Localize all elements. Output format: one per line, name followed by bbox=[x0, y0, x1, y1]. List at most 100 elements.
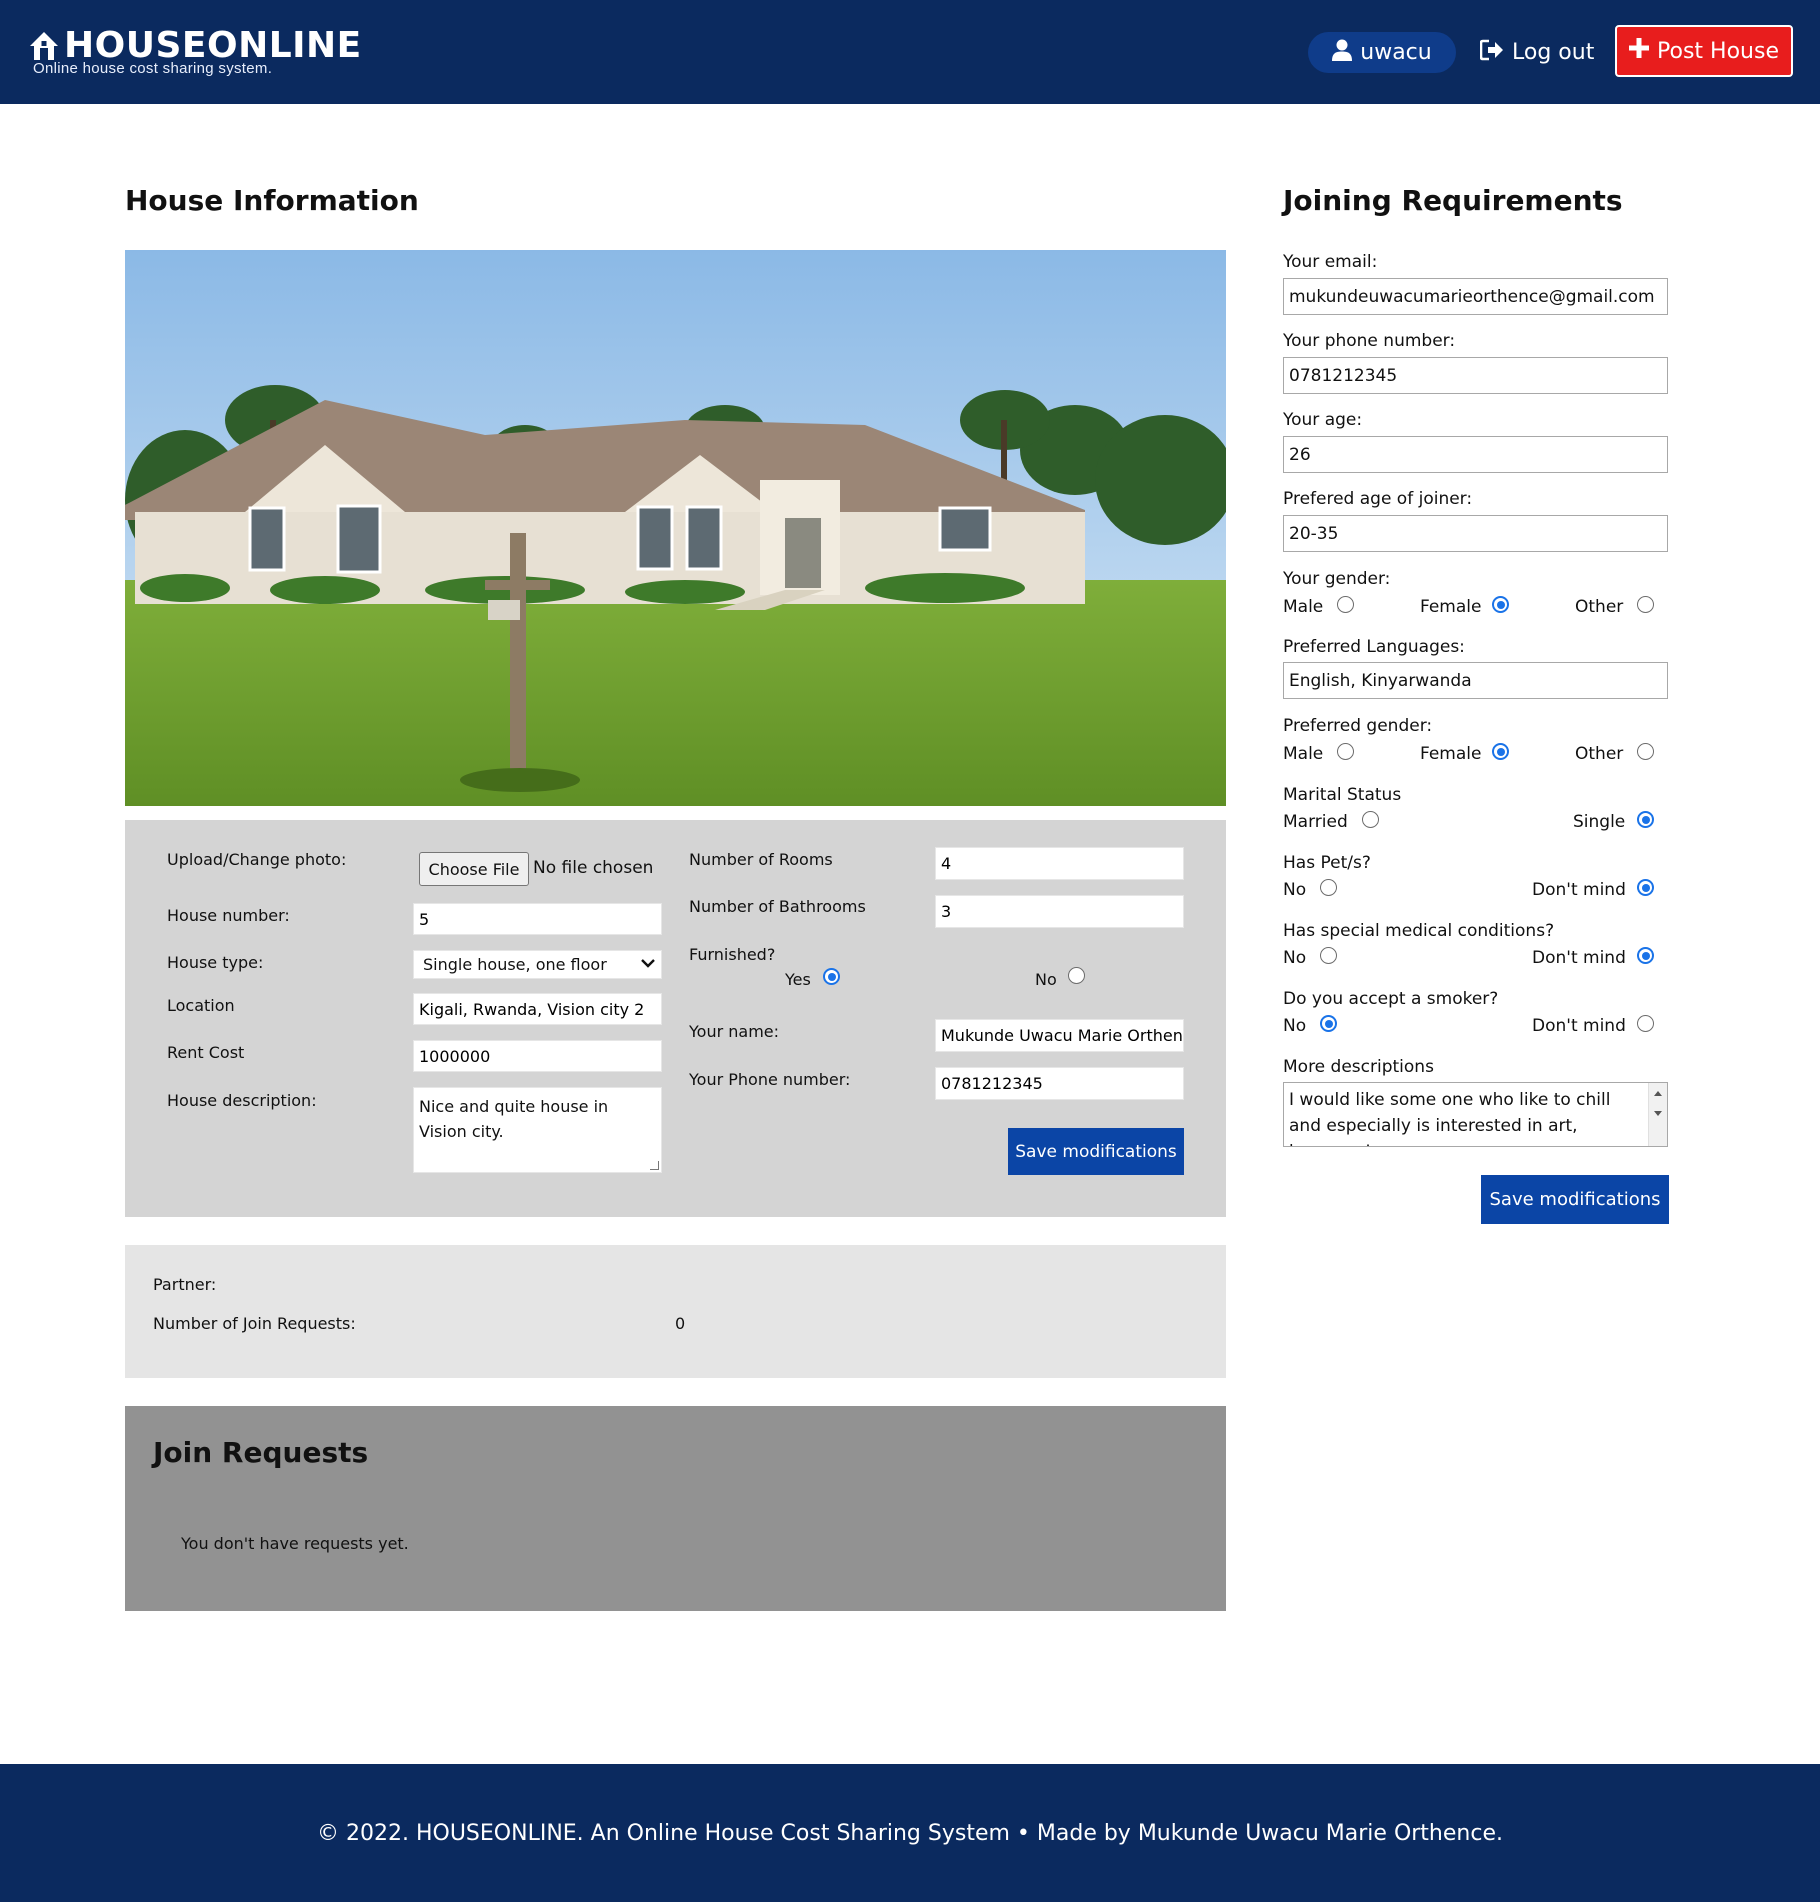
more-descriptions-textarea[interactable]: I would like some one who like to chill … bbox=[1283, 1082, 1668, 1147]
email-input[interactable]: mukundeuwacumarieorthence@gmail.com bbox=[1283, 278, 1668, 315]
save-requirements-button[interactable]: Save modifications bbox=[1481, 1175, 1669, 1224]
home-icon bbox=[28, 30, 60, 62]
your-name-input[interactable]: Mukunde Uwacu Marie Orthenc bbox=[935, 1019, 1184, 1052]
join-request-count: 0 bbox=[675, 1314, 686, 1333]
bathrooms-label: Number of Bathrooms bbox=[689, 897, 866, 916]
house-photo bbox=[125, 250, 1235, 806]
post-house-button[interactable]: Post House bbox=[1615, 25, 1793, 77]
partner-label: Partner: bbox=[153, 1275, 217, 1294]
username-label: uwacu bbox=[1360, 40, 1432, 65]
gender-female-radio[interactable] bbox=[1492, 596, 1509, 613]
plus-icon bbox=[1629, 38, 1650, 64]
scroll-down-icon[interactable] bbox=[1654, 1111, 1662, 1116]
furnished-yes-label: Yes bbox=[785, 970, 811, 989]
gender-other-label: Other bbox=[1575, 597, 1624, 617]
resize-handle-icon[interactable] bbox=[650, 1161, 659, 1170]
post-house-label: Post House bbox=[1657, 38, 1779, 64]
your-phone-label: Your Phone number: bbox=[689, 1070, 851, 1089]
languages-input[interactable]: English, Kinyarwanda bbox=[1283, 662, 1668, 699]
rooms-input[interactable]: 4 bbox=[935, 847, 1184, 880]
smoker-no-radio[interactable] bbox=[1320, 1015, 1337, 1032]
pref-gender-female-radio[interactable] bbox=[1492, 743, 1509, 760]
more-descriptions-label: More descriptions bbox=[1283, 1057, 1434, 1077]
medical-dont-mind-label: Don't mind bbox=[1532, 948, 1626, 968]
your-phone-input[interactable]: 0781212345 bbox=[935, 1067, 1184, 1100]
brand-logo[interactable]: HOUSEONLINE Online house cost sharing sy… bbox=[28, 24, 362, 77]
more-descriptions-text: I would like some one who like to chill … bbox=[1289, 1090, 1611, 1146]
marital-status-label: Marital Status bbox=[1283, 785, 1402, 805]
rooms-label: Number of Rooms bbox=[689, 850, 833, 869]
pref-gender-male-radio[interactable] bbox=[1337, 743, 1354, 760]
partner-panel: Partner: Number of Join Requests: 0 bbox=[125, 1245, 1226, 1378]
marital-married-label: Married bbox=[1283, 812, 1348, 832]
gender-label: Your gender: bbox=[1283, 569, 1391, 589]
medical-dont-mind-radio[interactable] bbox=[1637, 947, 1654, 964]
house-number-input[interactable]: 5 bbox=[413, 903, 662, 935]
email-label: Your email: bbox=[1283, 252, 1378, 272]
gender-female-label: Female bbox=[1420, 597, 1482, 617]
rent-cost-label: Rent Cost bbox=[167, 1043, 245, 1062]
pref-gender-female-label: Female bbox=[1420, 744, 1482, 764]
house-description-label: House description: bbox=[167, 1091, 317, 1110]
join-requests-heading: Join Requests bbox=[153, 1436, 369, 1469]
preferred-age-input[interactable]: 20-35 bbox=[1283, 515, 1668, 552]
house-info-heading: House Information bbox=[125, 184, 419, 217]
age-input[interactable]: 26 bbox=[1283, 436, 1668, 473]
house-number-label: House number: bbox=[167, 906, 290, 925]
age-label: Your age: bbox=[1283, 410, 1363, 430]
user-icon bbox=[1332, 39, 1353, 67]
upload-photo-label: Upload/Change photo: bbox=[167, 850, 347, 869]
pets-no-radio[interactable] bbox=[1320, 879, 1337, 896]
your-name-label: Your name: bbox=[689, 1022, 780, 1041]
bathrooms-input[interactable]: 3 bbox=[935, 895, 1184, 928]
furnished-yes-radio[interactable] bbox=[823, 968, 840, 985]
pets-dont-mind-radio[interactable] bbox=[1637, 879, 1654, 896]
footer: © 2022. HOUSEONLINE. An Online House Cos… bbox=[0, 1764, 1820, 1902]
house-description-textarea[interactable]: Nice and quite house in Vision city. bbox=[413, 1087, 662, 1173]
save-house-button[interactable]: Save modifications bbox=[1008, 1128, 1184, 1175]
location-input[interactable]: Kigali, Rwanda, Vision city 2 bbox=[413, 993, 662, 1025]
logout-link[interactable]: Log out bbox=[1479, 32, 1595, 73]
scroll-up-icon[interactable] bbox=[1654, 1091, 1662, 1096]
choose-file-button[interactable]: Choose File bbox=[419, 852, 529, 886]
pref-gender-other-radio[interactable] bbox=[1637, 743, 1654, 760]
textarea-scrollbar[interactable] bbox=[1648, 1083, 1667, 1146]
marital-single-radio[interactable] bbox=[1637, 811, 1654, 828]
marital-single-label: Single bbox=[1573, 812, 1626, 832]
house-type-label: House type: bbox=[167, 953, 264, 972]
location-label: Location bbox=[167, 996, 235, 1015]
phone-input[interactable]: 0781212345 bbox=[1283, 357, 1668, 394]
gender-other-radio[interactable] bbox=[1637, 596, 1654, 613]
navbar: HOUSEONLINE Online house cost sharing sy… bbox=[0, 0, 1820, 104]
join-request-count-label: Number of Join Requests: bbox=[153, 1314, 356, 1333]
user-menu-button[interactable]: uwacu bbox=[1308, 32, 1456, 73]
smoker-no-label: No bbox=[1283, 1016, 1307, 1036]
furnished-no-radio[interactable] bbox=[1068, 967, 1085, 984]
pref-gender-male-label: Male bbox=[1283, 744, 1324, 764]
smoker-dont-mind-radio[interactable] bbox=[1637, 1015, 1654, 1032]
footer-text: © 2022. HOUSEONLINE. An Online House Cos… bbox=[317, 1820, 1503, 1846]
no-requests-message: You don't have requests yet. bbox=[181, 1534, 409, 1553]
gender-male-radio[interactable] bbox=[1337, 596, 1354, 613]
smoker-dont-mind-label: Don't mind bbox=[1532, 1016, 1626, 1036]
pets-label: Has Pet/s? bbox=[1283, 853, 1371, 873]
join-requests-panel: Join Requests You don't have requests ye… bbox=[125, 1406, 1226, 1611]
rent-cost-input[interactable]: 1000000 bbox=[413, 1040, 662, 1072]
logout-label: Log out bbox=[1512, 40, 1595, 65]
house-type-select[interactable]: Single house, one floor bbox=[413, 950, 662, 979]
medical-no-label: No bbox=[1283, 948, 1307, 968]
house-edit-form: Upload/Change photo: Choose File No file… bbox=[125, 820, 1226, 1217]
house-description-text: Nice and quite house in Vision city. bbox=[419, 1097, 609, 1141]
chevron-down-icon bbox=[641, 957, 655, 972]
preferred-gender-label: Preferred gender: bbox=[1283, 716, 1433, 736]
preferred-age-label: Prefered age of joiner: bbox=[1283, 489, 1473, 509]
joining-requirements-heading: Joining Requirements bbox=[1283, 184, 1623, 217]
marital-married-radio[interactable] bbox=[1362, 811, 1379, 828]
file-status-text: No file chosen bbox=[533, 858, 654, 878]
medical-no-radio[interactable] bbox=[1320, 947, 1337, 964]
gender-male-label: Male bbox=[1283, 597, 1324, 617]
pets-dont-mind-label: Don't mind bbox=[1532, 880, 1626, 900]
sign-out-icon bbox=[1479, 39, 1504, 67]
medical-label: Has special medical conditions? bbox=[1283, 921, 1555, 941]
languages-label: Preferred Languages: bbox=[1283, 637, 1465, 657]
